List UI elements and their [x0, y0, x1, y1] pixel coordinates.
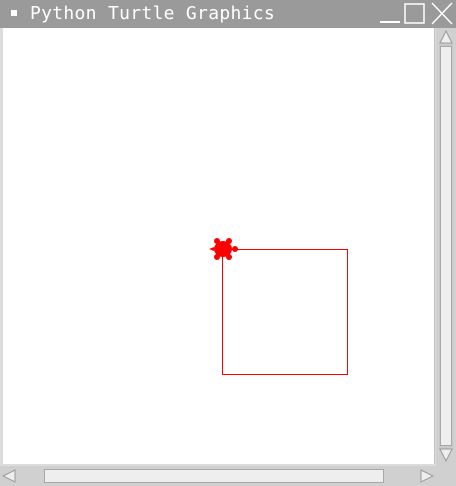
maximize-button[interactable]	[402, 0, 428, 28]
arrow-left-icon[interactable]	[2, 469, 16, 483]
turtle-window: Python Turtle Graphics	[0, 0, 456, 486]
close-button[interactable]	[428, 0, 456, 28]
horizontal-scroll-thumb[interactable]	[44, 469, 384, 483]
turtle-canvas[interactable]	[3, 28, 435, 464]
title-bar[interactable]: Python Turtle Graphics	[0, 0, 456, 28]
minimize-button[interactable]	[378, 0, 402, 28]
vertical-scroll-thumb[interactable]	[440, 46, 452, 446]
close-icon	[431, 2, 453, 25]
horizontal-scrollbar[interactable]	[0, 466, 436, 486]
turtle-icon	[209, 238, 238, 260]
arrow-down-icon[interactable]	[439, 448, 453, 462]
maximize-icon	[404, 3, 425, 24]
drawn-square	[222, 249, 348, 375]
minimize-icon	[380, 21, 400, 23]
scrollbar-corner	[436, 466, 456, 486]
vertical-scrollbar[interactable]	[436, 28, 456, 466]
drawing-surface	[209, 238, 348, 375]
window-menu-icon[interactable]	[11, 10, 17, 16]
arrow-right-icon[interactable]	[420, 469, 434, 483]
window-title: Python Turtle Graphics	[30, 3, 276, 24]
arrow-up-icon[interactable]	[439, 30, 453, 44]
